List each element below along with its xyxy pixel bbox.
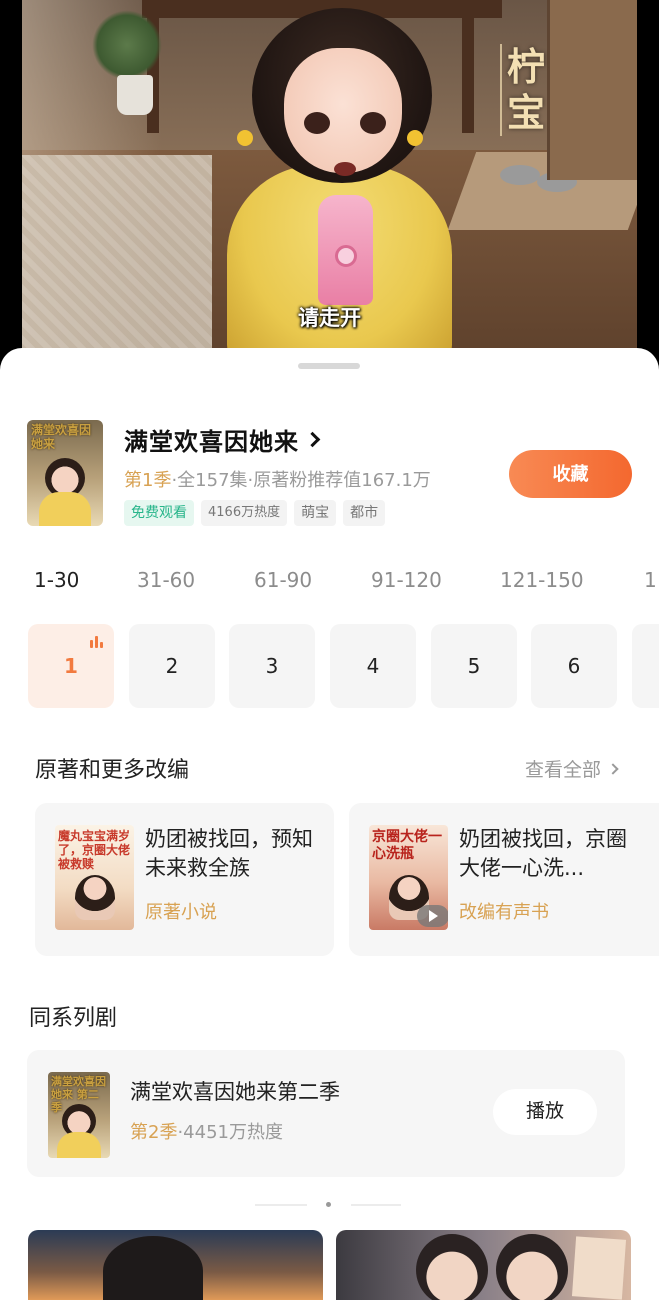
- range-tab-61-90[interactable]: 61-90: [254, 568, 312, 592]
- video-scene-pot: [117, 75, 153, 115]
- episode-number: 6: [567, 654, 581, 678]
- video-girl-face: [284, 48, 402, 173]
- video-water-gun-nozzle: [335, 245, 357, 267]
- video-watermark: 柠宝: [500, 44, 550, 136]
- novel-cover: 魔丸宝宝满岁了，京圈大佬被救赎: [55, 825, 134, 930]
- episode-button-1[interactable]: 1: [28, 624, 114, 708]
- series-meta-details: ·4451万热度: [177, 1122, 283, 1143]
- video-subtitle: 请走开: [298, 306, 361, 330]
- episode-number: 4: [366, 654, 380, 678]
- recommendation-card[interactable]: [28, 1230, 323, 1300]
- indicator-dot: [326, 1202, 331, 1207]
- drama-meta-details: ·全157集·原著粉推荐值167.1万: [171, 470, 431, 491]
- play-icon: [417, 905, 448, 927]
- video-scene-cabinet: [547, 0, 637, 180]
- tag-heat: 4166万热度: [201, 500, 288, 526]
- recommendation-poster-figure: [103, 1236, 203, 1300]
- series-cover-figure-body: [57, 1132, 101, 1158]
- episode-button-2[interactable]: 2: [129, 624, 215, 708]
- video-girl-bow: [237, 130, 253, 146]
- episode-number: 5: [467, 654, 481, 678]
- series-cover: 满堂欢喜因她来 第二季: [48, 1072, 110, 1158]
- episode-grid: 1 2 3 4 5 6: [0, 624, 659, 708]
- adaptation-name: 奶团被找回，预知未来救全族: [145, 827, 313, 880]
- series-season: 第2季: [130, 1122, 178, 1143]
- adaptation-card-novel[interactable]: 魔丸宝宝满岁了，京圈大佬被救赎 奶团被找回，预知未来救全族 原著小说: [35, 803, 334, 956]
- video-scene-plant: [92, 10, 162, 80]
- adaptation-card-audiobook[interactable]: 京圈大佬一心洗瓶 奶团被找回，京圈大佬一心洗... 改编有声书: [349, 803, 659, 956]
- tag-free: 免费观看: [124, 500, 194, 526]
- episode-button-7[interactable]: [632, 624, 659, 708]
- drama-cover[interactable]: 满堂欢喜因她来: [27, 420, 103, 526]
- episode-button-5[interactable]: 5: [431, 624, 517, 708]
- recommendation-poster-note: [571, 1236, 627, 1300]
- recommendation-card[interactable]: [336, 1230, 631, 1300]
- recommendation-poster-figure: [496, 1234, 568, 1300]
- see-all-link[interactable]: 查看全部: [525, 755, 619, 782]
- episode-button-4[interactable]: 4: [330, 624, 416, 708]
- drama-tags: 免费观看 4166万热度 萌宝 都市: [124, 500, 386, 526]
- drama-cover-figure-body: [39, 492, 91, 526]
- carousel-indicator: [255, 1202, 401, 1208]
- sheet-drag-handle[interactable]: [298, 363, 360, 369]
- tag-genre-cute-baby[interactable]: 萌宝: [294, 500, 337, 526]
- drama-season: 第1季: [124, 470, 172, 491]
- series-play-button[interactable]: 播放: [493, 1089, 597, 1135]
- series-name: 满堂欢喜因她来第二季: [130, 1080, 340, 1104]
- drama-cover-title: 满堂欢喜因她来: [31, 423, 92, 451]
- drama-info: 满堂欢喜因她来 满堂欢喜因她来 第1季·全157集·原著粉推荐值167.1万 免…: [27, 420, 647, 528]
- tag-genre-urban[interactable]: 都市: [343, 500, 386, 526]
- novel-cover-figure: [75, 875, 115, 920]
- range-tab-121-150[interactable]: 121-150: [500, 568, 584, 592]
- episode-range-tabs: 1-30 31-60 61-90 91-120 121-150 1: [0, 568, 659, 598]
- series-card[interactable]: 满堂欢喜因她来 第二季 满堂欢喜因她来第二季 第2季·4451万热度 播放: [27, 1050, 625, 1177]
- series-meta: 第2季·4451万热度: [130, 1118, 283, 1144]
- adaptations-title: 原著和更多改编: [35, 758, 190, 783]
- video-scene-table-leg: [462, 18, 474, 133]
- range-tab-151[interactable]: 1: [644, 568, 657, 592]
- drama-title-link[interactable]: 满堂欢喜因她来: [124, 422, 321, 457]
- video-player[interactable]: 柠宝 请走开: [22, 0, 637, 360]
- adaptation-type: 原著小说: [145, 902, 217, 923]
- novel-cover-title: 魔丸宝宝满岁了，京圈大佬被救赎: [58, 829, 131, 871]
- indicator-segment: [255, 1204, 307, 1206]
- episode-number: 3: [265, 654, 279, 678]
- drama-title: 满堂欢喜因她来: [124, 428, 299, 456]
- adaptation-type: 改编有声书: [459, 902, 549, 923]
- episode-button-6[interactable]: 6: [531, 624, 617, 708]
- video-girl-bow: [407, 130, 423, 146]
- episode-button-3[interactable]: 3: [229, 624, 315, 708]
- drama-detail-sheet: 满堂欢喜因她来 满堂欢喜因她来 第1季·全157集·原著粉推荐值167.1万 免…: [0, 348, 659, 1300]
- range-tab-1-30[interactable]: 1-30: [34, 568, 79, 592]
- drama-meta: 第1季·全157集·原著粉推荐值167.1万: [124, 466, 431, 492]
- favorite-button[interactable]: 收藏: [509, 450, 632, 498]
- see-all-label: 查看全部: [525, 759, 602, 781]
- series-section-title: 同系列剧: [29, 1006, 118, 1031]
- episode-number: 1: [64, 654, 78, 678]
- recommendation-poster-figure: [416, 1234, 488, 1300]
- chevron-right-icon: [304, 431, 321, 448]
- episode-number: 2: [165, 654, 179, 678]
- range-tab-91-120[interactable]: 91-120: [371, 568, 442, 592]
- adaptation-name: 奶团被找回，京圈大佬一心洗...: [459, 827, 627, 880]
- chevron-right-icon: [607, 762, 619, 775]
- audiobook-cover-title: 京圈大佬一心洗瓶: [372, 829, 442, 862]
- video-girl-eye: [360, 112, 386, 134]
- range-tab-31-60[interactable]: 31-60: [137, 568, 195, 592]
- video-girl-mouth: [334, 162, 356, 176]
- indicator-segment: [351, 1204, 401, 1206]
- video-girl-eye: [304, 112, 330, 134]
- audiobook-cover: 京圈大佬一心洗瓶: [369, 825, 448, 930]
- now-playing-icon: [90, 636, 103, 648]
- video-scene-slipper: [500, 165, 540, 185]
